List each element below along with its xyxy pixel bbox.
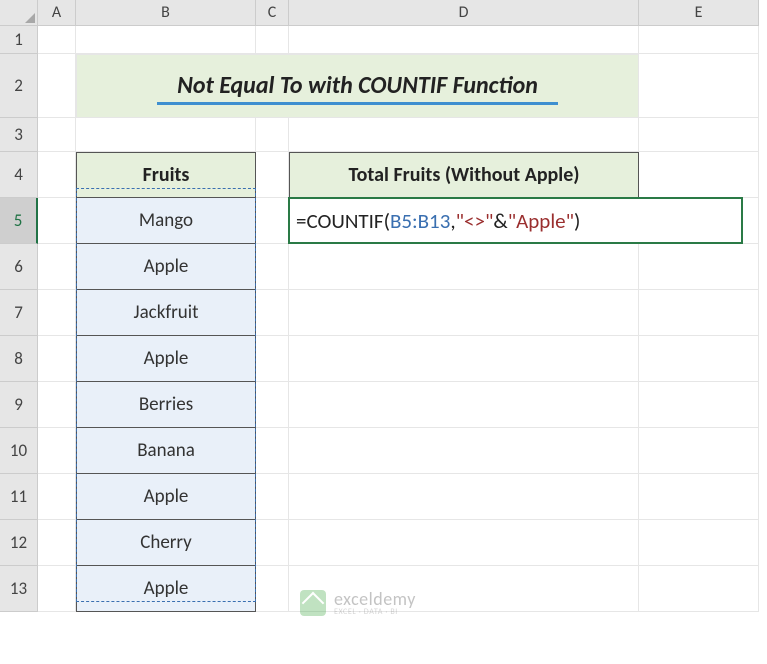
cell-E4[interactable]: [639, 152, 759, 198]
cell-C12[interactable]: [256, 520, 289, 566]
cell-E1[interactable]: [639, 26, 759, 54]
cell-A2[interactable]: [38, 54, 76, 118]
fruit-row-6[interactable]: Apple: [76, 474, 256, 520]
col-header-B[interactable]: B: [76, 0, 256, 26]
cell-A12[interactable]: [38, 520, 76, 566]
cell-A3[interactable]: [38, 118, 76, 152]
result-header[interactable]: Total Fruits (Without Apple): [289, 152, 639, 198]
formula-prefix: =COUNTIF(: [296, 208, 390, 234]
row-header-4[interactable]: 4: [0, 152, 38, 198]
page-title: Not Equal To with COUNTIF Function: [157, 68, 558, 105]
cell-D3[interactable]: [289, 118, 639, 152]
cell-C6[interactable]: [256, 244, 289, 290]
formula-str1: "<>": [456, 208, 494, 234]
cell-E9[interactable]: [639, 382, 759, 428]
row-header-10[interactable]: 10: [0, 428, 38, 474]
cell-D9[interactable]: [289, 382, 639, 428]
formula-editor[interactable]: =COUNTIF(B5:B13,"<>"&"Apple"): [288, 197, 743, 244]
cell-C4[interactable]: [256, 152, 289, 198]
fruit-row-0[interactable]: Mango: [76, 198, 256, 244]
cell-A8[interactable]: [38, 336, 76, 382]
select-all-corner[interactable]: [0, 0, 38, 26]
title-cell[interactable]: Not Equal To with COUNTIF Function: [76, 54, 639, 118]
cell-E8[interactable]: [639, 336, 759, 382]
cell-A7[interactable]: [38, 290, 76, 336]
fruit-row-7[interactable]: Cherry: [76, 520, 256, 566]
cell-D11[interactable]: [289, 474, 639, 520]
cell-E6[interactable]: [639, 244, 759, 290]
row-header-2[interactable]: 2: [0, 54, 38, 118]
cell-A9[interactable]: [38, 382, 76, 428]
cell-E7[interactable]: [639, 290, 759, 336]
fruit-row-8[interactable]: Apple: [76, 566, 256, 612]
row-header-11[interactable]: 11: [0, 474, 38, 520]
cell-B3[interactable]: [76, 118, 256, 152]
fruit-row-5[interactable]: Banana: [76, 428, 256, 474]
col-header-D[interactable]: D: [289, 0, 639, 26]
cell-A11[interactable]: [38, 474, 76, 520]
formula-ref: B5:B13: [390, 208, 450, 234]
cell-D7[interactable]: [289, 290, 639, 336]
cell-C3[interactable]: [256, 118, 289, 152]
row-header-12[interactable]: 12: [0, 520, 38, 566]
cell-C10[interactable]: [256, 428, 289, 474]
col-header-C[interactable]: C: [256, 0, 289, 26]
fruit-row-3[interactable]: Apple: [76, 336, 256, 382]
cell-D13[interactable]: [289, 566, 639, 612]
cell-A4[interactable]: [38, 152, 76, 198]
cell-E12[interactable]: [639, 520, 759, 566]
fruit-row-4[interactable]: Berries: [76, 382, 256, 428]
col-header-A[interactable]: A: [38, 0, 76, 26]
cell-E2[interactable]: [639, 54, 759, 118]
cell-A6[interactable]: [38, 244, 76, 290]
cell-E11[interactable]: [639, 474, 759, 520]
fruit-row-1[interactable]: Apple: [76, 244, 256, 290]
cell-E10[interactable]: [639, 428, 759, 474]
cell-D6[interactable]: [289, 244, 639, 290]
cell-A10[interactable]: [38, 428, 76, 474]
formula-amp: &: [493, 208, 507, 234]
formula-cell[interactable]: =COUNTIF(B5:B13,"<>"&"Apple"): [289, 198, 639, 244]
cell-C5[interactable]: [256, 198, 289, 244]
formula-suffix: ): [574, 208, 580, 234]
row-header-9[interactable]: 9: [0, 382, 38, 428]
row-header-3[interactable]: 3: [0, 118, 38, 152]
spreadsheet-grid[interactable]: A B C D E 1 2 Not Equal To with COUNTIF …: [0, 0, 767, 612]
cell-C1[interactable]: [256, 26, 289, 54]
cell-A13[interactable]: [38, 566, 76, 612]
fruit-row-2[interactable]: Jackfruit: [76, 290, 256, 336]
fruits-header[interactable]: Fruits: [76, 152, 256, 198]
formula-str2: "Apple": [508, 208, 574, 234]
cell-C11[interactable]: [256, 474, 289, 520]
cell-D8[interactable]: [289, 336, 639, 382]
cell-C13[interactable]: [256, 566, 289, 612]
cell-B1[interactable]: [76, 26, 256, 54]
row-header-13[interactable]: 13: [0, 566, 38, 612]
cell-C9[interactable]: [256, 382, 289, 428]
row-header-5[interactable]: 5: [0, 198, 38, 244]
cell-D1[interactable]: [289, 26, 639, 54]
row-header-8[interactable]: 8: [0, 336, 38, 382]
row-header-7[interactable]: 7: [0, 290, 38, 336]
cell-C8[interactable]: [256, 336, 289, 382]
cell-E13[interactable]: [639, 566, 759, 612]
cell-A5[interactable]: [38, 198, 76, 244]
row-header-1[interactable]: 1: [0, 26, 38, 54]
col-header-E[interactable]: E: [639, 0, 759, 26]
cell-C7[interactable]: [256, 290, 289, 336]
cell-D12[interactable]: [289, 520, 639, 566]
cell-D10[interactable]: [289, 428, 639, 474]
cell-E3[interactable]: [639, 118, 759, 152]
cell-A1[interactable]: [38, 26, 76, 54]
row-header-6[interactable]: 6: [0, 244, 38, 290]
